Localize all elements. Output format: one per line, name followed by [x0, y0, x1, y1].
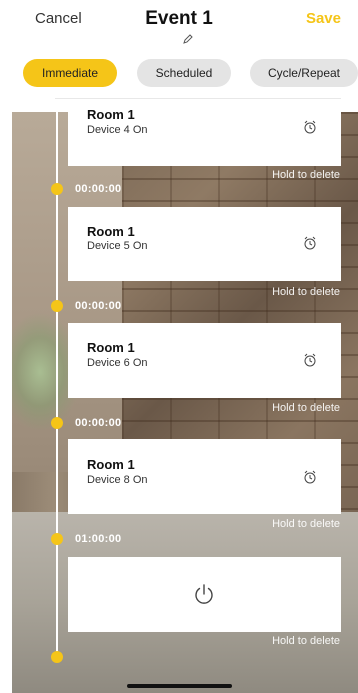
step-room: Room 1: [87, 107, 135, 122]
step-time[interactable]: 00:00:00: [75, 300, 121, 312]
timeline-dot: [51, 183, 63, 195]
tab-scheduled[interactable]: Scheduled: [137, 59, 231, 87]
pencil-icon[interactable]: [183, 34, 193, 44]
divider: [55, 98, 341, 99]
hold-to-delete-label: Hold to delete: [272, 169, 340, 181]
timeline-dot: [51, 417, 63, 429]
alarm-clock-icon[interactable]: [303, 120, 317, 134]
hold-to-delete-label: Hold to delete: [272, 402, 340, 414]
step-action: Device 8 On: [87, 474, 148, 486]
alarm-clock-icon[interactable]: [303, 470, 317, 484]
save-button[interactable]: Save: [306, 10, 341, 27]
power-icon[interactable]: [193, 583, 215, 605]
add-step-card[interactable]: [68, 557, 341, 632]
step-action: Device 5 On: [87, 240, 148, 252]
alarm-clock-icon[interactable]: [303, 353, 317, 367]
hold-to-delete-label: Hold to delete: [272, 518, 340, 530]
step-action: Device 4 On: [87, 124, 148, 136]
page-title: Event 1: [145, 8, 213, 29]
timeline-dot: [51, 533, 63, 545]
step-card[interactable]: Room 1 Device 5 On: [68, 207, 341, 281]
step-card[interactable]: Room 1 Device 4 On: [68, 107, 341, 166]
step-room: Room 1: [87, 457, 135, 472]
home-indicator: [127, 684, 232, 688]
step-time[interactable]: 00:00:00: [75, 417, 121, 429]
step-time[interactable]: 00:00:00: [75, 183, 121, 195]
step-card[interactable]: Room 1 Device 6 On: [68, 323, 341, 398]
alarm-clock-icon[interactable]: [303, 236, 317, 250]
step-card[interactable]: Room 1 Device 8 On: [68, 439, 341, 514]
hold-to-delete-label: Hold to delete: [272, 286, 340, 298]
step-action: Device 6 On: [87, 357, 148, 369]
timeline-dot: [51, 300, 63, 312]
tab-cycle-repeat[interactable]: Cycle/Repeat: [250, 59, 358, 87]
step-room: Room 1: [87, 224, 135, 239]
step-time[interactable]: 01:00:00: [75, 533, 121, 545]
tab-immediate[interactable]: Immediate: [23, 59, 117, 87]
timeline-dot: [51, 651, 63, 663]
hold-to-delete-label: Hold to delete: [272, 635, 340, 647]
header: Cancel Event 1 Save Immediate Scheduled …: [0, 0, 358, 112]
step-room: Room 1: [87, 340, 135, 355]
